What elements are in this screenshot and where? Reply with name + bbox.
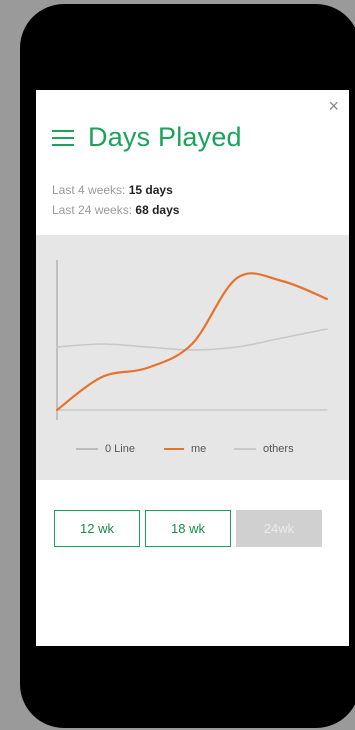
page-title: Days Played bbox=[88, 122, 242, 152]
stat-last-4-label: Last 4 weeks: bbox=[52, 183, 126, 197]
legend-swatch-me bbox=[164, 448, 184, 450]
stat-last-4-weeks: Last 4 weeks: 15 days bbox=[52, 180, 179, 200]
close-icon[interactable]: × bbox=[328, 96, 339, 116]
legend-item-zero-line: 0 Line bbox=[76, 443, 135, 455]
series-line-me bbox=[55, 272, 329, 412]
stat-last-4-value: 15 days bbox=[128, 183, 173, 197]
stat-last-24-label: Last 24 weeks: bbox=[52, 203, 133, 217]
legend-item-me: me bbox=[164, 443, 206, 455]
legend-swatch-zero-line bbox=[76, 448, 98, 450]
stats-summary: Last 4 weeks: 15 days Last 24 weeks: 68 … bbox=[52, 180, 179, 220]
stat-last-24-value: 68 days bbox=[135, 203, 180, 217]
range-button-12wk[interactable]: 12 wk bbox=[54, 510, 140, 547]
app-screen: × Days Played Last 4 weeks: 15 days Last… bbox=[36, 90, 349, 646]
stat-last-24-weeks: Last 24 weeks: 68 days bbox=[52, 200, 179, 220]
range-button-24wk[interactable]: 24wk bbox=[236, 510, 322, 547]
legend-label-others: others bbox=[263, 443, 294, 455]
menu-icon[interactable] bbox=[52, 129, 74, 146]
legend-label-me: me bbox=[191, 443, 207, 455]
range-button-18wk[interactable]: 18 wk bbox=[145, 510, 231, 547]
app-header: Days Played bbox=[52, 122, 242, 153]
legend-item-others: others bbox=[234, 443, 294, 455]
legend-swatch-others bbox=[234, 448, 256, 450]
series-line-others bbox=[56, 328, 328, 351]
range-selector: 12 wk 18 wk 24wk bbox=[54, 510, 327, 547]
legend-label-zero-line: 0 Line bbox=[105, 443, 135, 455]
chart-area: 0 Line me others bbox=[36, 235, 349, 480]
